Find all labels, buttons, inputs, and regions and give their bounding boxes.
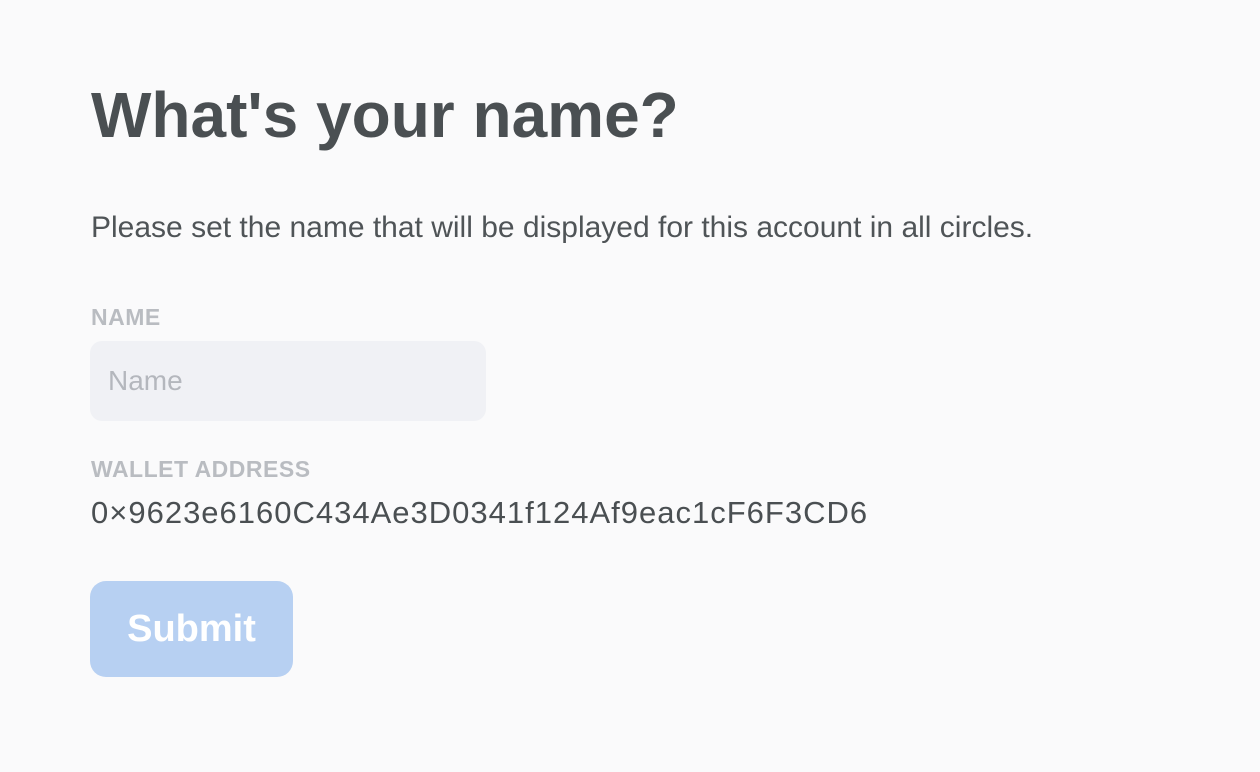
submit-button[interactable]: Submit [90, 581, 293, 677]
page-description: Please set the name that will be display… [91, 211, 1034, 244]
name-field-label: NAME [91, 304, 161, 330]
wallet-address-label: WALLET ADDRESS [91, 456, 311, 482]
page-title: What's your name? [91, 79, 679, 151]
name-input[interactable] [90, 341, 486, 421]
wallet-address-value: 0×9623e6160C434Ae3D0341f124Af9eac1cF6F3C… [91, 495, 869, 530]
